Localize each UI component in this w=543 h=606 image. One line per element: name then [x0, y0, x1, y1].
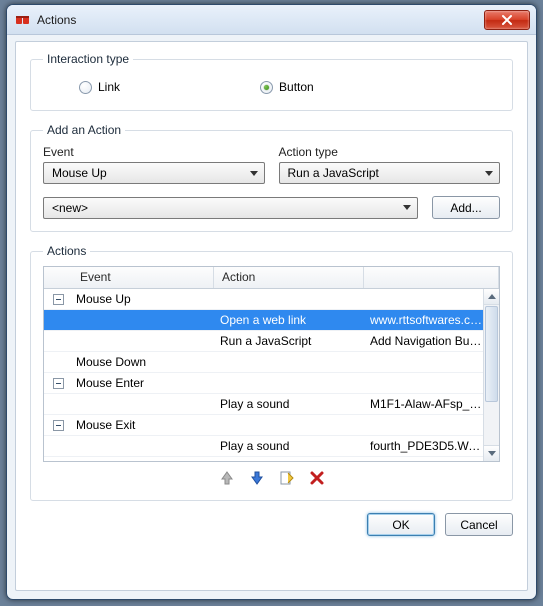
radio-row: Link Button [43, 74, 500, 98]
ok-button[interactable]: OK [367, 513, 435, 536]
dialog-buttons: OK Cancel [30, 513, 513, 536]
cancel-button-label: Cancel [460, 518, 497, 532]
table-row[interactable]: Play a soundfourth_PDE3D5.WAV [44, 436, 483, 457]
grid-body: Mouse UpOpen a web linkwww.rttsoftwares.… [44, 289, 483, 461]
cell-value: www.rttsoftwares.com [364, 313, 483, 327]
cell-value: fourth_PDE3D5.WAV [364, 439, 483, 453]
tree-toggle[interactable] [44, 378, 72, 389]
dropdown-event[interactable]: Mouse Up [43, 162, 265, 184]
chevron-down-icon [485, 171, 493, 176]
dialog-window: Actions Interaction type Link Button Add… [6, 4, 537, 600]
titlebar[interactable]: Actions [7, 5, 536, 35]
cell-value: M1F1-Alaw-AFsp_PDE... [364, 397, 483, 411]
cell-action: Open a web link [214, 313, 364, 327]
delete-button[interactable] [309, 470, 325, 486]
collapse-icon [53, 378, 64, 389]
close-button[interactable] [484, 10, 530, 30]
dialog-client: Interaction type Link Button Add an Acti… [15, 41, 528, 591]
cancel-button[interactable]: Cancel [445, 513, 513, 536]
header-tree[interactable] [44, 267, 72, 288]
window-title: Actions [37, 13, 484, 27]
radio-button-label: Button [279, 80, 314, 94]
dropdown-action-type-value: Run a JavaScript [288, 166, 379, 180]
actions-toolbar [43, 462, 500, 488]
cell-event: Mouse Up [72, 292, 214, 306]
triangle-up-icon [488, 294, 496, 299]
chevron-down-icon [250, 171, 258, 176]
scroll-down-button[interactable] [484, 445, 499, 461]
radio-indicator [79, 81, 92, 94]
dropdown-event-value: Mouse Up [52, 166, 107, 180]
radio-button[interactable]: Button [260, 80, 314, 94]
scroll-thumb[interactable] [485, 306, 498, 402]
cell-event: Mouse Down [72, 355, 214, 369]
actions-grid: Event Action Mouse UpOpen a web linkwww.… [43, 266, 500, 462]
label-event: Event [43, 145, 265, 159]
cell-event: Mouse Enter [72, 376, 214, 390]
table-row[interactable]: Mouse Down [44, 352, 483, 373]
field-row: Event Mouse Up Action type Run a JavaScr… [43, 145, 500, 184]
radio-indicator [260, 81, 273, 94]
radio-link-label: Link [98, 80, 120, 94]
header-action[interactable]: Action [214, 267, 364, 288]
legend-interaction-type: Interaction type [43, 52, 133, 66]
move-up-button[interactable] [219, 470, 235, 486]
dropdown-preset-value: <new> [52, 201, 88, 215]
tree-toggle[interactable] [44, 294, 72, 305]
vertical-scrollbar[interactable] [483, 289, 499, 461]
legend-add-action: Add an Action [43, 123, 125, 137]
chevron-down-icon [403, 205, 411, 210]
grid-header: Event Action [44, 267, 499, 289]
scroll-up-button[interactable] [484, 289, 499, 305]
scroll-track[interactable] [484, 403, 499, 445]
label-action-type: Action type [279, 145, 501, 159]
field-action-type: Action type Run a JavaScript [279, 145, 501, 184]
group-add-action: Add an Action Event Mouse Up Action type… [30, 123, 513, 232]
dropdown-preset[interactable]: <new> [43, 197, 418, 219]
table-row[interactable]: Mouse Exit [44, 415, 483, 436]
group-interaction-type: Interaction type Link Button [30, 52, 513, 111]
preset-row: <new> Add... [43, 196, 500, 219]
add-button-label: Add... [450, 201, 481, 215]
header-value[interactable] [364, 267, 499, 288]
cell-action: Run a JavaScript [214, 334, 364, 348]
table-row[interactable]: Run a JavaScriptAdd Navigation Butto... [44, 331, 483, 352]
ok-button-label: OK [392, 518, 409, 532]
group-actions: Actions Event Action Mouse UpOpen a web … [30, 244, 513, 501]
legend-actions: Actions [43, 244, 90, 258]
table-row[interactable]: Mouse Up [44, 289, 483, 310]
radio-link[interactable]: Link [79, 80, 120, 94]
move-down-button[interactable] [249, 470, 265, 486]
edit-button[interactable] [279, 470, 295, 486]
triangle-down-icon [488, 451, 496, 456]
cell-action: Play a sound [214, 439, 364, 453]
collapse-icon [53, 294, 64, 305]
table-row[interactable]: Play a soundM1F1-Alaw-AFsp_PDE... [44, 394, 483, 415]
field-event: Event Mouse Up [43, 145, 265, 184]
add-button[interactable]: Add... [432, 196, 500, 219]
collapse-icon [53, 420, 64, 431]
header-event[interactable]: Event [72, 267, 214, 288]
tree-toggle[interactable] [44, 420, 72, 431]
app-icon [15, 12, 31, 28]
cell-event: Mouse Exit [72, 418, 214, 432]
cell-action: Play a sound [214, 397, 364, 411]
table-row[interactable]: Open a web linkwww.rttsoftwares.com [44, 310, 483, 331]
table-row[interactable]: Mouse Enter [44, 373, 483, 394]
dropdown-action-type[interactable]: Run a JavaScript [279, 162, 501, 184]
cell-value: Add Navigation Butto... [364, 334, 483, 348]
